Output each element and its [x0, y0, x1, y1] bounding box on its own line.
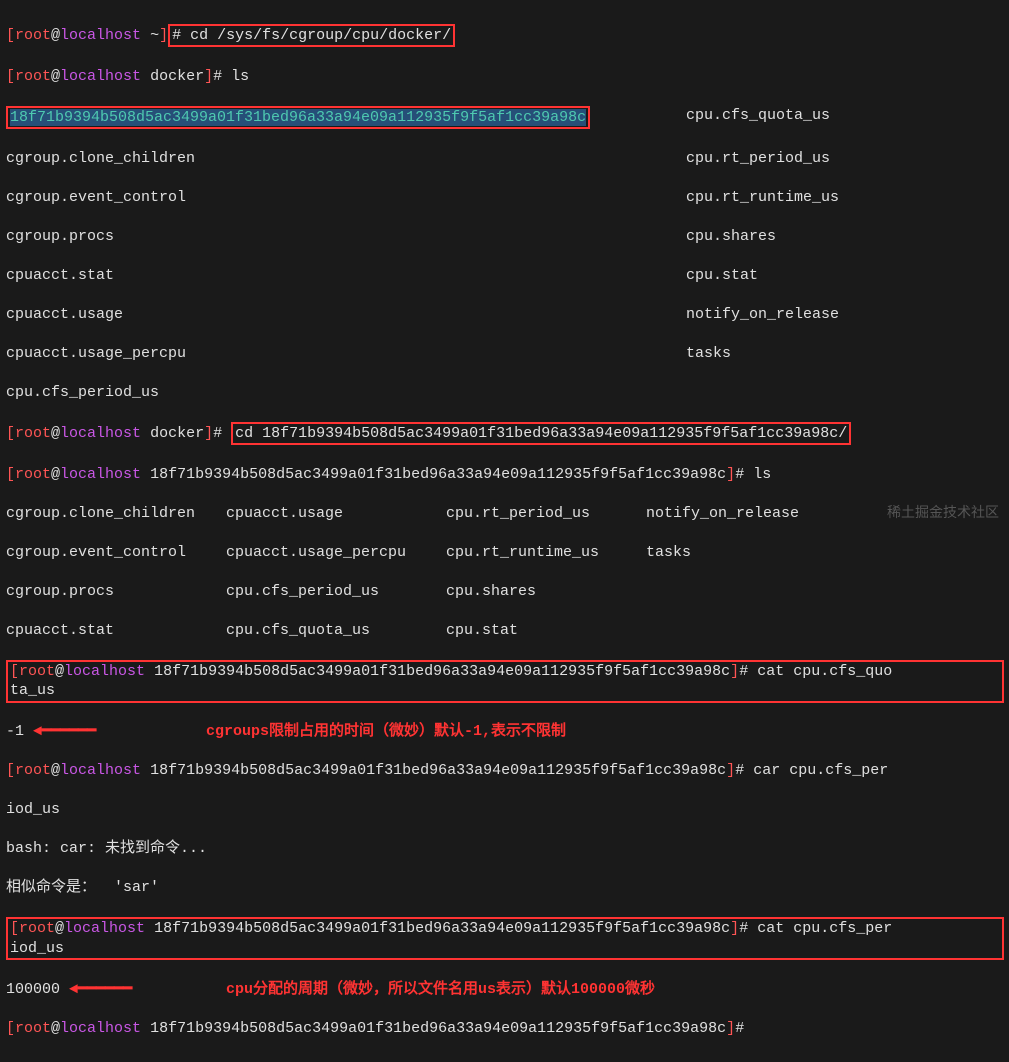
- at: @: [51, 27, 60, 44]
- command-ls: ls: [231, 68, 249, 85]
- file: cgroup.procs: [6, 227, 686, 247]
- output-100000: 100000: [6, 981, 60, 998]
- file: notify_on_release: [686, 305, 986, 325]
- highlight-box-cat-period: [root@localhost 18f71b9394b508d5ac3499a0…: [6, 917, 1004, 960]
- command-car-period: car cpu.cfs_per: [753, 762, 888, 779]
- container-hash: 18f71b9394b508d5ac3499a01f31bed96a33a94e…: [10, 109, 586, 126]
- file: cgroup.event_control: [6, 543, 226, 563]
- file: cpu.cfs_quota_us: [226, 621, 446, 641]
- file: cpu.rt_period_us: [446, 504, 646, 524]
- file: cpuacct.usage_percpu: [226, 543, 446, 563]
- command-cat-period: cat cpu.cfs_per: [757, 920, 892, 937]
- file: cpu.stat: [446, 621, 646, 641]
- file: cgroup.clone_children: [6, 149, 686, 169]
- prompt-char: #: [172, 27, 181, 44]
- host: localhost: [60, 27, 141, 44]
- file: [646, 582, 846, 602]
- command-ls: ls: [753, 466, 771, 483]
- file: cgroup.event_control: [6, 188, 686, 208]
- file: cpu.cfs_period_us: [226, 582, 446, 602]
- file: cpu.stat: [686, 266, 986, 286]
- file: cpuacct.stat: [6, 266, 686, 286]
- dir: docker: [150, 68, 204, 85]
- highlight-box-cd-hash: cd 18f71b9394b508d5ac3499a01f31bed96a33a…: [231, 422, 851, 446]
- watermark: 稀土掘金技术社区: [887, 503, 999, 521]
- error-not-found: bash: car: 未找到命令...: [6, 839, 1003, 859]
- file: cpuacct.usage: [226, 504, 446, 524]
- highlight-box-cat-quota: [root@localhost 18f71b9394b508d5ac3499a0…: [6, 660, 1004, 703]
- file: cpuacct.usage: [6, 305, 686, 325]
- file: tasks: [646, 543, 846, 563]
- user: root: [15, 27, 51, 44]
- file: cpu.rt_runtime_us: [446, 543, 646, 563]
- file: notify_on_release: [646, 504, 846, 524]
- file: cpu.rt_runtime_us: [686, 188, 986, 208]
- file: cpu.rt_period_us: [686, 149, 986, 169]
- file: cpu.shares: [446, 582, 646, 602]
- arrow-icon: ◄━━━━━━: [33, 723, 96, 740]
- highlight-box-cd: # cd /sys/fs/cgroup/cpu/docker/: [168, 24, 455, 48]
- file: cpu.cfs_period_us: [6, 383, 1003, 403]
- file: cgroup.clone_children: [6, 504, 226, 524]
- file: cgroup.procs: [6, 582, 226, 602]
- bracket: [: [6, 27, 15, 44]
- command-cat-quota: cat cpu.cfs_quo: [757, 663, 892, 680]
- file: tasks: [686, 344, 986, 364]
- annotation-quota: cgroups限制占用的时间（微妙）默认-1,表示不限制: [206, 722, 566, 742]
- output-neg1: -1: [6, 723, 24, 740]
- similar-command: 相似命令是： 'sar': [6, 878, 1003, 898]
- highlight-box-hash: 18f71b9394b508d5ac3499a01f31bed96a33a94e…: [6, 106, 590, 130]
- bracket: ]: [159, 27, 168, 44]
- dir: 18f71b9394b508d5ac3499a01f31bed96a33a94e…: [150, 466, 726, 483]
- file: [646, 621, 846, 641]
- dir: ~: [150, 27, 159, 44]
- command-cd-hash: cd 18f71b9394b508d5ac3499a01f31bed96a33a…: [235, 425, 847, 442]
- file: cpuacct.usage_percpu: [6, 344, 686, 364]
- file: cpu.shares: [686, 227, 986, 247]
- annotation-period: cpu分配的周期（微妙，所以文件名用us表示）默认100000微秒: [226, 980, 655, 1000]
- file: cpuacct.stat: [6, 621, 226, 641]
- command-cd-cgroup: cd /sys/fs/cgroup/cpu/docker/: [190, 27, 451, 44]
- arrow-icon: ◄━━━━━━: [69, 981, 132, 998]
- terminal-output[interactable]: [root@localhost ~]# cd /sys/fs/cgroup/cp…: [0, 0, 1009, 1062]
- file: cpu.cfs_quota_us: [686, 106, 986, 130]
